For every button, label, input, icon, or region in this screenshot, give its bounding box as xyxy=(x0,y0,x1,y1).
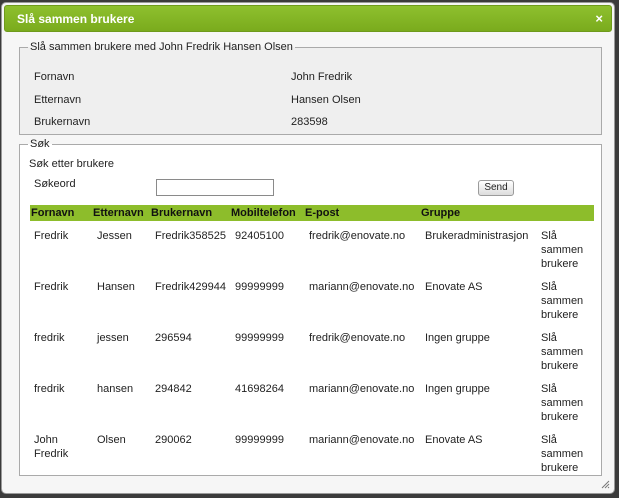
cell-etternavn: Hansen xyxy=(97,281,135,293)
cell-brukernavn: Fredrik358525 xyxy=(155,230,226,242)
table-row: Fredrik Jessen Fredrik358525 92405100 fr… xyxy=(30,229,594,279)
brukernavn-label: Brukernavn xyxy=(34,116,91,128)
fornavn-value: John Fredrik xyxy=(291,71,353,83)
cell-etternavn: hansen xyxy=(97,383,134,395)
resize-handle-icon[interactable] xyxy=(600,479,610,489)
send-button[interactable]: Send xyxy=(478,180,514,196)
cell-epost: fredrik@enovate.no xyxy=(309,332,406,344)
cell-gruppe: Enovate AS xyxy=(425,281,483,293)
cell-gruppe: Ingen gruppe xyxy=(425,332,490,344)
user-info-fieldset: Slå sammen brukere med John Fredrik Hans… xyxy=(19,41,602,135)
table-row: fredrik hansen 294842 41698264 mariann@e… xyxy=(30,382,594,432)
cell-gruppe: Brukeradministrasjon xyxy=(425,230,529,242)
cell-fornavn: fredrik xyxy=(34,332,65,344)
cell-fornavn: Fredrik xyxy=(34,230,69,242)
keyword-input[interactable] xyxy=(156,179,274,196)
fornavn-label: Fornavn xyxy=(34,71,75,83)
col-epost: E-post xyxy=(305,207,340,219)
cell-epost: fredrik@enovate.no xyxy=(309,230,406,242)
cell-epost: mariann@enovate.no xyxy=(309,383,415,395)
results-header: Fornavn Etternavn Brukernavn Mobiltelefo… xyxy=(30,205,594,221)
cell-mobiltelefon: 41698264 xyxy=(235,383,284,395)
merge-users-link[interactable]: Slå sammen brukere xyxy=(541,229,591,271)
dialog-title: Slå sammen brukere xyxy=(17,12,135,26)
brukernavn-value: 283598 xyxy=(291,116,328,128)
col-brukernavn: Brukernavn xyxy=(151,207,213,219)
merge-users-link[interactable]: Slå sammen brukere xyxy=(541,331,591,373)
search-legend: Søk xyxy=(30,138,50,150)
keyword-label: Søkeord xyxy=(34,178,76,190)
cell-etternavn: jessen xyxy=(97,332,129,344)
cell-etternavn: Jessen xyxy=(97,230,132,242)
merge-users-link[interactable]: Slå sammen brukere xyxy=(541,382,591,424)
cell-gruppe: Enovate AS xyxy=(425,434,483,446)
search-fieldset: Søk Søk etter brukere Søkeord Send Forna… xyxy=(19,138,602,476)
cell-epost: mariann@enovate.no xyxy=(309,434,415,446)
cell-brukernavn: Fredrik429944 xyxy=(155,281,226,293)
cell-mobiltelefon: 99999999 xyxy=(235,281,284,293)
close-icon[interactable]: × xyxy=(595,11,603,26)
search-hint: Søk etter brukere xyxy=(29,158,114,170)
etternavn-value: Hansen Olsen xyxy=(291,94,361,106)
cell-fornavn: John Fredrik xyxy=(34,434,69,460)
etternavn-label: Etternavn xyxy=(34,94,82,106)
user-info-legend: Slå sammen brukere med John Fredrik Hans… xyxy=(30,41,293,53)
col-gruppe: Gruppe xyxy=(421,207,461,219)
merge-users-link[interactable]: Slå sammen brukere xyxy=(541,280,591,322)
col-fornavn: Fornavn xyxy=(31,207,75,219)
col-mobiltelefon: Mobiltelefon xyxy=(231,207,296,219)
dialog-titlebar[interactable]: Slå sammen brukere × xyxy=(4,5,612,32)
cell-brukernavn: 290062 xyxy=(155,434,192,446)
col-etternavn: Etternavn xyxy=(93,207,144,219)
table-row: John Fredrik Olsen 290062 99999999 maria… xyxy=(30,433,594,483)
cell-etternavn: Olsen xyxy=(97,434,126,446)
table-row: fredrik jessen 296594 99999999 fredrik@e… xyxy=(30,331,594,381)
cell-epost: mariann@enovate.no xyxy=(309,281,415,293)
cell-mobiltelefon: 99999999 xyxy=(235,332,284,344)
cell-gruppe: Ingen gruppe xyxy=(425,383,490,395)
table-row: Fredrik Hansen Fredrik429944 99999999 ma… xyxy=(30,280,594,330)
cell-fornavn: Fredrik xyxy=(34,281,69,293)
cell-mobiltelefon: 92405100 xyxy=(235,230,284,242)
merge-users-link[interactable]: Slå sammen brukere xyxy=(541,433,591,475)
cell-brukernavn: 296594 xyxy=(155,332,192,344)
cell-mobiltelefon: 99999999 xyxy=(235,434,284,446)
cell-fornavn: fredrik xyxy=(34,383,65,395)
merge-users-dialog: Slå sammen brukere × Slå sammen brukere … xyxy=(1,2,615,494)
cell-brukernavn: 294842 xyxy=(155,383,192,395)
